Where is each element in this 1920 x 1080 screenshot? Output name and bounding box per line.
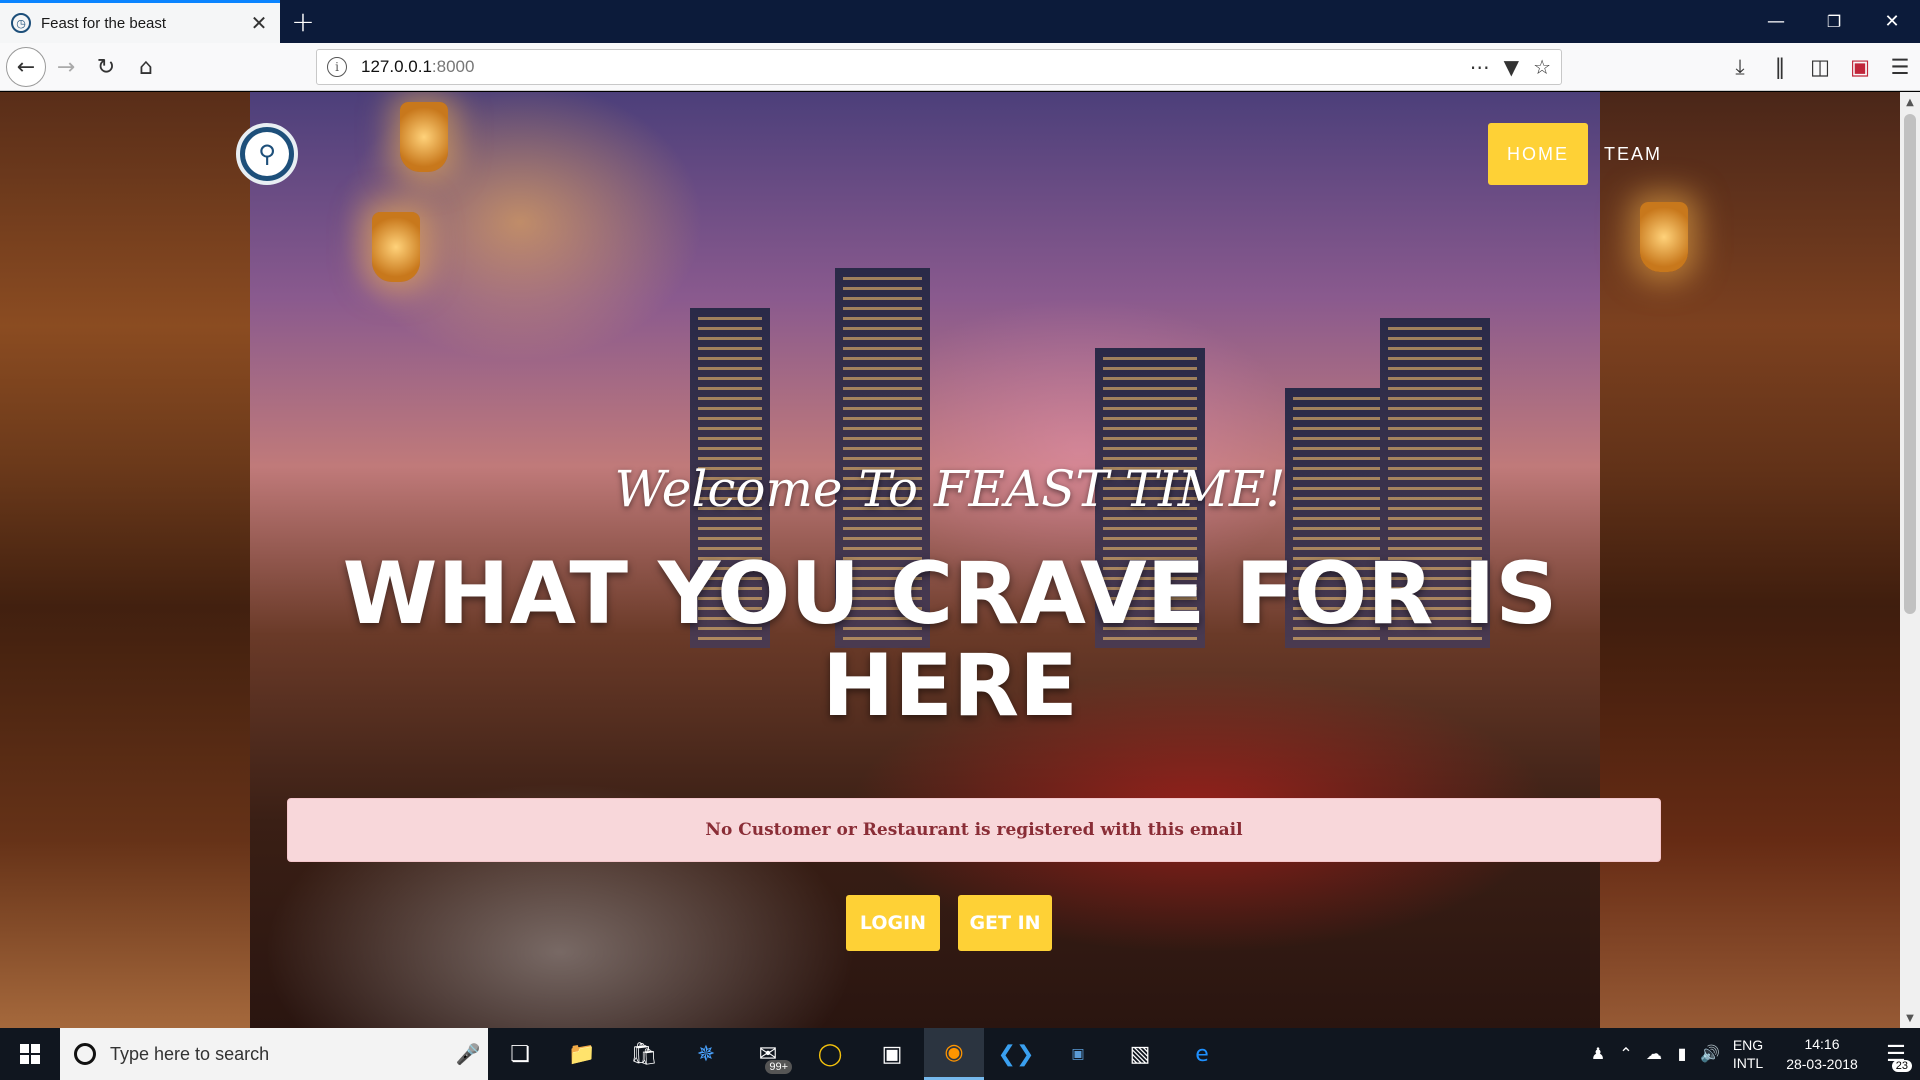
error-alert: No Customer or Restaurant is registered …	[287, 798, 1661, 862]
nav-team-link[interactable]: TEAM	[1598, 123, 1668, 185]
firefox-icon[interactable]: ◉	[924, 1028, 984, 1080]
lantern	[400, 102, 448, 172]
sidebar-icon[interactable]: ◫	[1800, 49, 1840, 85]
search-placeholder: Type here to search	[110, 1043, 270, 1064]
minimize-icon[interactable]: —	[1748, 0, 1804, 43]
clock-time: 14:16	[1804, 1036, 1840, 1052]
scroll-thumb[interactable]	[1904, 114, 1916, 614]
scroll-up-arrow-icon[interactable]: ▲	[1900, 92, 1920, 112]
library-icon[interactable]: ‖	[1760, 49, 1800, 85]
keyboard-layout: INTL	[1732, 1055, 1764, 1071]
tab-strip: ◷ Feast for the beast ✕ + — ❐ ✕	[0, 0, 1920, 43]
cortana-icon	[74, 1043, 96, 1065]
forward-arrow-icon[interactable]: →	[48, 49, 84, 85]
get-in-button[interactable]: GET IN	[958, 895, 1052, 951]
windows-logo-icon	[20, 1044, 40, 1064]
new-tab-plus-icon[interactable]: +	[286, 4, 320, 38]
url-host: 127.0.0.1	[361, 57, 432, 76]
dev-icon[interactable]: ▣	[1048, 1028, 1108, 1080]
reload-icon[interactable]: ↻	[88, 49, 124, 85]
people-icon[interactable]: ♟	[1584, 1044, 1612, 1064]
site-logo[interactable]: ⚲	[236, 123, 298, 185]
edge-icon[interactable]: e	[1172, 1028, 1232, 1080]
mail-icon[interactable]: ✉ 99+	[738, 1028, 798, 1080]
home-icon[interactable]: ⌂	[128, 49, 164, 85]
page-viewport: ⚲ HOME TEAM Welcome To FEAST TIME! WHAT …	[0, 92, 1900, 1028]
url-port: :8000	[431, 57, 475, 76]
page-scrollbar[interactable]: ▲ ▼	[1900, 92, 1920, 1028]
info-icon[interactable]: i	[327, 57, 347, 77]
sticky-notes-icon[interactable]: ▣	[862, 1028, 922, 1080]
navigation-toolbar: ← → ↻ ⌂ i 127.0.0.1:8000 ⋯ ▼ ☆ ⤓ ‖ ◫ ▣ ☰	[0, 43, 1920, 91]
nav-home-link[interactable]: HOME	[1488, 123, 1588, 185]
page-actions-ellipsis-icon[interactable]: ⋯	[1470, 55, 1490, 79]
terminal-icon[interactable]: ▧	[1110, 1028, 1170, 1080]
windows-taskbar: Type here to search 🎤 ❏ 📁 🛍 ✵ ✉ 99+ ◯ ▣ ◉…	[0, 1028, 1920, 1080]
lantern	[1640, 202, 1688, 272]
mail-badge: 99+	[765, 1060, 792, 1074]
clock[interactable]: 14:16 28-03-2018	[1772, 1034, 1872, 1074]
store-icon[interactable]: 🛍	[614, 1028, 674, 1080]
chrome-icon[interactable]: ◯	[800, 1028, 860, 1080]
login-button[interactable]: LOGIN	[846, 895, 940, 951]
file-explorer-icon[interactable]: 📁	[552, 1028, 612, 1080]
extension-icon[interactable]: ▣	[1840, 49, 1880, 85]
clock-favicon-icon: ◷	[11, 13, 31, 33]
system-tray: ♟ ⌃ ☁ ▮ 🔊 ENG INTL 14:16 28-03-2018 ☰ 23	[1584, 1028, 1920, 1080]
tab-title: Feast for the beast	[41, 14, 167, 32]
pocket-icon[interactable]: ▼	[1504, 55, 1519, 79]
vscode-icon[interactable]: ❮❯	[986, 1028, 1046, 1080]
microphone-icon[interactable]: 🎤	[448, 1042, 488, 1066]
back-arrow-icon[interactable]: ←	[6, 47, 46, 87]
start-button[interactable]	[0, 1028, 60, 1080]
restore-icon[interactable]: ❐	[1806, 0, 1862, 43]
notification-count: 23	[1891, 1060, 1912, 1072]
task-view-icon[interactable]: ❏	[490, 1028, 550, 1080]
hamburger-menu-icon[interactable]: ☰	[1880, 49, 1920, 85]
url-text: 127.0.0.1:8000	[361, 57, 474, 77]
window-close-icon[interactable]: ✕	[1864, 0, 1920, 43]
taskbar-search-box[interactable]: Type here to search 🎤	[60, 1028, 488, 1080]
download-icon[interactable]: ⤓	[1720, 49, 1760, 85]
bookmark-star-icon[interactable]: ☆	[1533, 55, 1551, 79]
address-bar[interactable]: i 127.0.0.1:8000 ⋯ ▼ ☆	[316, 49, 1562, 85]
onedrive-cloud-icon[interactable]: ☁	[1640, 1044, 1668, 1064]
background-left-reflection	[0, 92, 250, 1028]
browser-tab[interactable]: ◷ Feast for the beast ✕	[0, 0, 280, 43]
safari-compass-icon[interactable]: ✵	[676, 1028, 736, 1080]
close-icon[interactable]: ✕	[246, 10, 272, 36]
volume-icon[interactable]: 🔊	[1696, 1044, 1724, 1064]
battery-icon[interactable]: ▮	[1668, 1044, 1696, 1064]
hero-headline: WHAT YOU CRAVE FOR IS HERE	[342, 544, 1558, 736]
action-center-icon[interactable]: ☰ 23	[1872, 1028, 1920, 1080]
chevron-up-icon[interactable]: ⌃	[1612, 1044, 1640, 1064]
fork-spoon-icon: ⚲	[245, 132, 289, 176]
welcome-subheading: Welcome To FEAST TIME!	[614, 460, 1286, 518]
language-indicator[interactable]: ENG INTL	[1724, 1036, 1772, 1072]
language-code: ENG	[1732, 1037, 1764, 1053]
lantern	[372, 212, 420, 282]
clock-date: 28-03-2018	[1786, 1056, 1858, 1072]
scroll-down-arrow-icon[interactable]: ▼	[1900, 1008, 1920, 1028]
